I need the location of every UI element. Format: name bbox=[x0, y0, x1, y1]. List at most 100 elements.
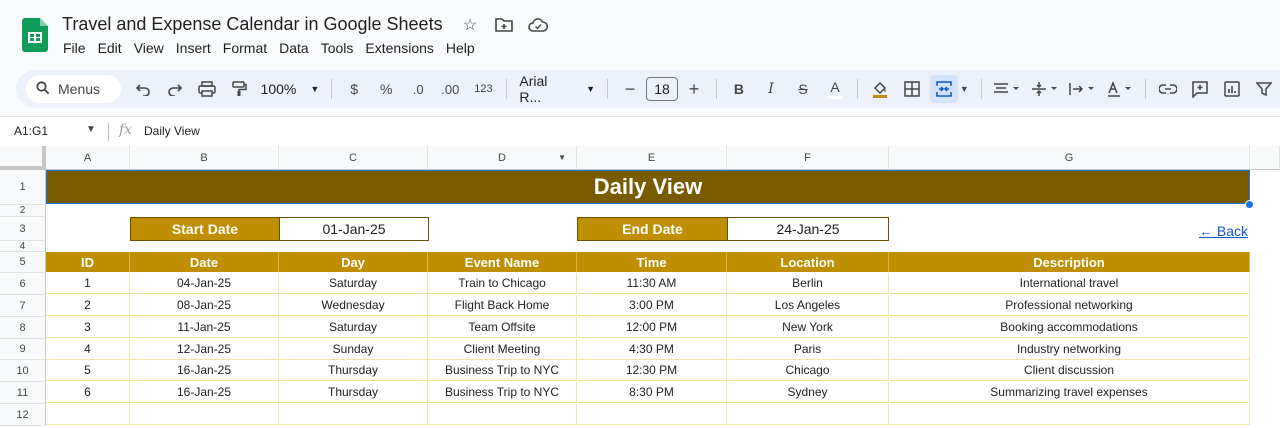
table-cell-day[interactable]: Thursday bbox=[279, 382, 428, 403]
table-cell-date[interactable]: 11-Jan-25 bbox=[130, 317, 279, 338]
formula-input[interactable]: Daily View bbox=[144, 124, 200, 138]
table-cell-location[interactable]: New York bbox=[727, 317, 889, 338]
column-header-b[interactable]: B bbox=[130, 146, 279, 170]
table-cell-time[interactable]: 12:30 PM bbox=[577, 360, 727, 381]
redo-icon[interactable] bbox=[161, 75, 189, 103]
row-header-8[interactable]: 8 bbox=[0, 317, 46, 339]
table-cell-date[interactable]: 16-Jan-25 bbox=[130, 382, 279, 403]
end-date-value[interactable]: 24-Jan-25 bbox=[727, 217, 889, 241]
filter-icon[interactable] bbox=[1250, 75, 1278, 103]
column-header-e[interactable]: E bbox=[577, 146, 727, 170]
paint-format-icon[interactable] bbox=[225, 75, 253, 103]
start-date-label[interactable]: Start Date bbox=[130, 217, 280, 241]
table-header-time[interactable]: Time bbox=[577, 252, 727, 272]
table-cell-time[interactable]: 4:30 PM bbox=[577, 339, 727, 360]
chevron-down-icon[interactable]: ▼ bbox=[86, 124, 96, 135]
table-header-description[interactable]: Description bbox=[889, 252, 1250, 272]
borders-icon[interactable] bbox=[898, 75, 926, 103]
undo-icon[interactable] bbox=[129, 75, 157, 103]
column-header-c[interactable]: C bbox=[279, 146, 428, 170]
column-header-d[interactable]: D ▼ bbox=[428, 146, 577, 170]
empty-cell[interactable] bbox=[428, 404, 577, 425]
text-color-button[interactable]: A bbox=[821, 75, 849, 103]
table-header-event-name[interactable]: Event Name bbox=[428, 252, 577, 272]
table-cell-date[interactable]: 12-Jan-25 bbox=[130, 339, 279, 360]
row-header-3[interactable]: 3 bbox=[0, 217, 46, 241]
table-cell-event-name[interactable]: Train to Chicago bbox=[428, 273, 577, 294]
table-cell-day[interactable]: Saturday bbox=[279, 273, 428, 294]
row-header-9[interactable]: 9 bbox=[0, 339, 46, 360]
menu-format[interactable]: Format bbox=[217, 38, 273, 58]
table-cell-description[interactable]: Professional networking bbox=[889, 295, 1250, 316]
more-formats-button[interactable]: 123 bbox=[468, 75, 498, 103]
table-cell-time[interactable]: 3:00 PM bbox=[577, 295, 727, 316]
column-header-g[interactable]: G bbox=[889, 146, 1250, 170]
table-cell-date[interactable]: 04-Jan-25 bbox=[130, 273, 279, 294]
strikethrough-button[interactable]: S bbox=[789, 75, 817, 103]
text-rotation-icon[interactable] bbox=[1103, 75, 1137, 103]
print-icon[interactable] bbox=[193, 75, 221, 103]
menus-search[interactable]: Menus bbox=[26, 75, 121, 103]
table-cell-location[interactable]: Berlin bbox=[727, 273, 889, 294]
row-header-5[interactable]: 5 bbox=[0, 252, 46, 273]
table-header-id[interactable]: ID bbox=[46, 252, 130, 272]
merge-cells-icon[interactable] bbox=[929, 75, 958, 103]
empty-cell[interactable] bbox=[130, 404, 279, 425]
text-wrapping-icon[interactable] bbox=[1065, 75, 1099, 103]
table-cell-date[interactable]: 08-Jan-25 bbox=[130, 295, 279, 316]
cloud-status-icon[interactable] bbox=[528, 15, 548, 35]
menu-edit[interactable]: Edit bbox=[92, 38, 128, 58]
table-header-location[interactable]: Location bbox=[727, 252, 889, 272]
name-box[interactable]: A1:G1 bbox=[14, 124, 48, 138]
row-header-6[interactable]: 6 bbox=[0, 273, 46, 295]
row-header-7[interactable]: 7 bbox=[0, 295, 46, 317]
star-icon[interactable]: ☆ bbox=[460, 15, 480, 35]
row-header-12[interactable]: 12 bbox=[0, 404, 46, 426]
chevron-down-icon[interactable]: ▼ bbox=[558, 153, 566, 162]
select-all-corner[interactable] bbox=[0, 146, 46, 170]
table-cell-location[interactable]: Sydney bbox=[727, 382, 889, 403]
table-cell-id[interactable]: 4 bbox=[46, 339, 130, 360]
insert-link-icon[interactable] bbox=[1154, 75, 1182, 103]
move-folder-icon[interactable] bbox=[494, 15, 514, 35]
table-header-date[interactable]: Date bbox=[130, 252, 279, 272]
empty-cell[interactable] bbox=[889, 404, 1250, 425]
empty-cell[interactable] bbox=[46, 404, 130, 425]
column-header-f[interactable]: F bbox=[727, 146, 889, 170]
empty-cell[interactable] bbox=[727, 404, 889, 425]
table-cell-id[interactable]: 6 bbox=[46, 382, 130, 403]
table-cell-id[interactable]: 5 bbox=[46, 360, 130, 381]
row-header-2[interactable]: 2 bbox=[0, 205, 46, 217]
menu-help[interactable]: Help bbox=[440, 38, 481, 58]
row-header-11[interactable]: 11 bbox=[0, 382, 46, 404]
start-date-value[interactable]: 01-Jan-25 bbox=[279, 217, 429, 241]
table-cell-id[interactable]: 3 bbox=[46, 317, 130, 338]
row-header-1[interactable]: 1 bbox=[0, 170, 46, 205]
increase-decimal-button[interactable]: .00 bbox=[436, 75, 464, 103]
table-cell-location[interactable]: Chicago bbox=[727, 360, 889, 381]
menu-insert[interactable]: Insert bbox=[170, 38, 217, 58]
table-cell-description[interactable]: Summarizing travel expenses bbox=[889, 382, 1250, 403]
menu-data[interactable]: Data bbox=[273, 38, 315, 58]
decrease-decimal-button[interactable]: .0 bbox=[404, 75, 432, 103]
table-cell-time[interactable]: 11:30 AM bbox=[577, 273, 727, 294]
column-header-empty[interactable] bbox=[1250, 146, 1280, 170]
percent-format-button[interactable]: % bbox=[372, 75, 400, 103]
vertical-align-icon[interactable] bbox=[1028, 75, 1062, 103]
table-header-day[interactable]: Day bbox=[279, 252, 428, 272]
empty-cell[interactable] bbox=[279, 404, 428, 425]
menu-file[interactable]: File bbox=[57, 38, 92, 58]
zoom-select[interactable]: 100% ▼ bbox=[255, 81, 326, 97]
table-cell-description[interactable]: Booking accommodations bbox=[889, 317, 1250, 338]
increase-font-size-button[interactable]: + bbox=[680, 75, 708, 103]
back-link[interactable]: ← Back bbox=[1199, 223, 1248, 239]
spreadsheet-grid[interactable]: A B C D ▼ E F G 1 2 3 4 5 6 7 8 9 10 11 … bbox=[0, 146, 1280, 428]
bold-button[interactable]: B bbox=[725, 75, 753, 103]
row-header-4[interactable]: 4 bbox=[0, 241, 46, 252]
table-cell-time[interactable]: 8:30 PM bbox=[577, 382, 727, 403]
table-cell-location[interactable]: Paris bbox=[727, 339, 889, 360]
empty-cell[interactable] bbox=[577, 404, 727, 425]
table-cell-description[interactable]: International travel bbox=[889, 273, 1250, 294]
sheet-banner-title[interactable]: Daily View bbox=[46, 170, 1250, 204]
table-cell-day[interactable]: Thursday bbox=[279, 360, 428, 381]
